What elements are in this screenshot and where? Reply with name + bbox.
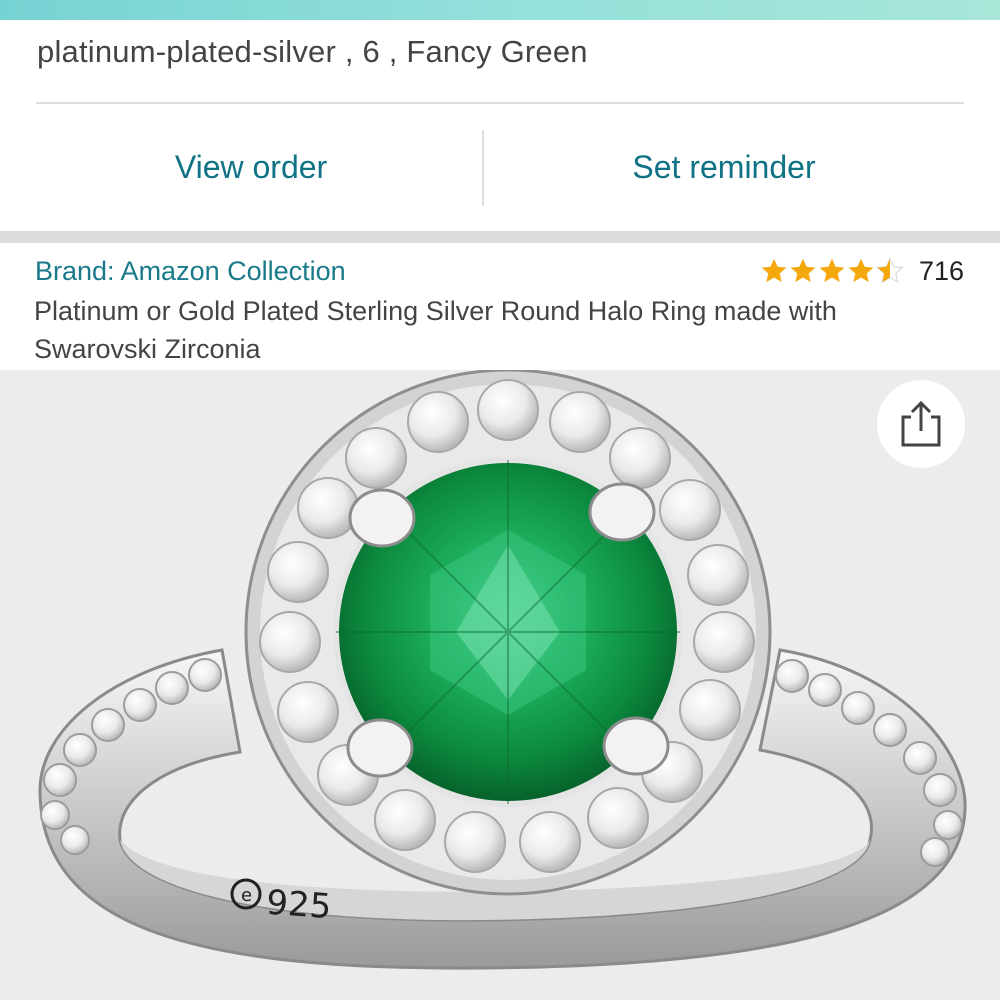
set-reminder-button[interactable]: Set reminder (484, 104, 964, 230)
product-image[interactable]: e 925 (0, 370, 1000, 1000)
half-star-icon (876, 257, 904, 284)
star-icon (761, 258, 787, 283)
product-rating[interactable]: 716 (760, 253, 964, 289)
review-count: 716 (919, 255, 965, 286)
view-order-button[interactable]: View order (20, 104, 482, 230)
engraving-text: 925 (265, 883, 333, 927)
star-icon (790, 258, 816, 283)
brand-link[interactable]: Brand: Amazon Collection (35, 256, 346, 287)
top-accent-bar (0, 0, 1000, 20)
share-icon (901, 400, 941, 447)
product-title: Platinum or Gold Plated Sterling Silver … (34, 296, 837, 364)
share-button[interactable] (877, 380, 965, 468)
star-icon (848, 258, 874, 283)
section-divider (0, 231, 1000, 243)
star-rating (760, 257, 905, 285)
order-actions: View order Set reminder (0, 104, 1000, 230)
order-variant-text: platinum-plated-silver , 6 , Fancy Green (37, 34, 588, 69)
ring-image: e 925 (38, 370, 967, 970)
star-icon (819, 258, 845, 283)
svg-text:e: e (241, 885, 252, 906)
